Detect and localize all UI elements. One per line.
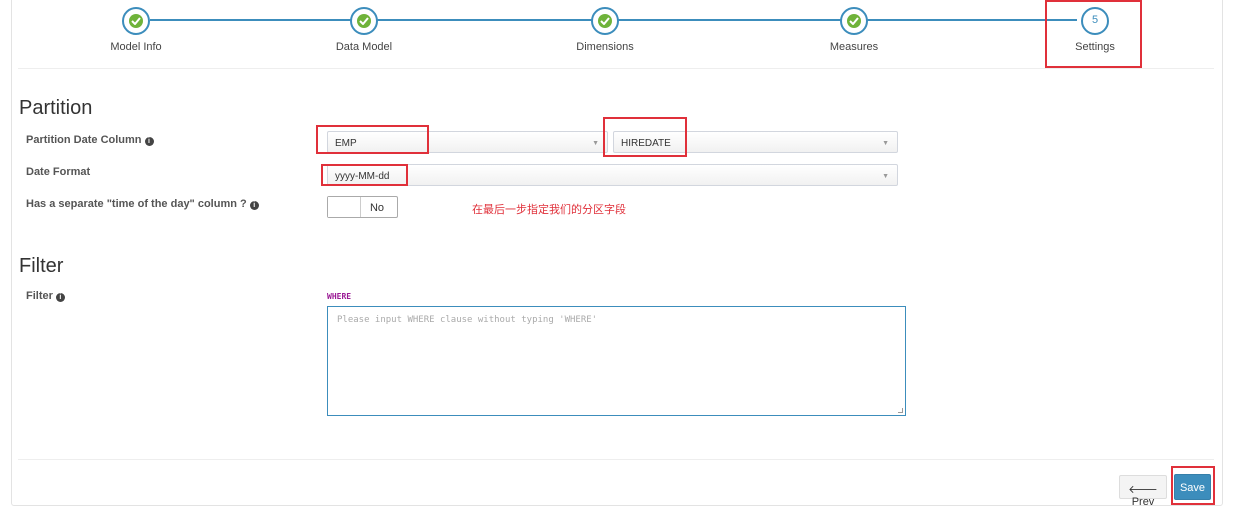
check-icon bbox=[129, 14, 143, 28]
wizard-step-data-model[interactable]: Data Model bbox=[304, 7, 424, 53]
date-format-select[interactable]: yyyy-MM-dd ▼ bbox=[327, 164, 898, 186]
wizard-step-measures[interactable]: Measures bbox=[794, 7, 914, 53]
time-column-label: Has a separate "time of the day" column … bbox=[26, 198, 259, 210]
highlight-box bbox=[321, 164, 408, 186]
wizard-step-dimensions[interactable]: Dimensions bbox=[545, 7, 665, 53]
resize-handle[interactable] bbox=[898, 408, 903, 413]
highlight-box bbox=[1045, 0, 1142, 68]
toggle-value: No bbox=[369, 202, 384, 214]
highlight-box bbox=[316, 125, 429, 154]
arrow-left-icon: 🡐 bbox=[1128, 484, 1158, 496]
caret-down-icon: ▼ bbox=[592, 140, 599, 147]
filter-placeholder: Please input WHERE clause without typing… bbox=[337, 315, 598, 325]
caret-down-icon: ▼ bbox=[882, 140, 889, 147]
info-circle-icon[interactable]: i bbox=[144, 137, 154, 146]
wizard-step-label: Model Info bbox=[110, 41, 162, 53]
check-icon bbox=[847, 14, 861, 28]
caret-down-icon: ▼ bbox=[882, 173, 889, 180]
footer-divider bbox=[18, 459, 1214, 460]
info-circle-icon[interactable]: i bbox=[55, 293, 65, 302]
prev-label: Prev bbox=[1131, 496, 1155, 508]
highlight-box bbox=[1171, 466, 1215, 505]
annotation-note: 在最后一步指定我们的分区字段 bbox=[472, 204, 626, 216]
partition-title: Partition bbox=[19, 97, 93, 119]
wizard-step-label: Data Model bbox=[335, 41, 393, 53]
wizard-step-model-info[interactable]: Model Info bbox=[76, 7, 196, 53]
filter-label: Filter i bbox=[26, 290, 65, 302]
info-circle-icon[interactable]: i bbox=[249, 201, 259, 210]
toggle-knob bbox=[328, 197, 361, 217]
check-icon bbox=[357, 14, 371, 28]
wizard-step-label: Dimensions bbox=[576, 41, 634, 53]
where-keyword: WHERE bbox=[327, 292, 352, 301]
check-icon bbox=[598, 14, 612, 28]
prev-button[interactable]: 🡐 Prev bbox=[1119, 475, 1167, 508]
partition-date-column-label: Partition Date Column i bbox=[26, 134, 154, 146]
settings-panel bbox=[11, 0, 1223, 506]
time-column-toggle[interactable]: No bbox=[327, 196, 398, 218]
date-format-label: Date Format bbox=[26, 166, 91, 178]
wizard-divider bbox=[18, 68, 1214, 69]
highlight-box bbox=[603, 117, 687, 157]
filter-textarea[interactable]: Please input WHERE clause without typing… bbox=[327, 306, 906, 416]
wizard-step-label: Measures bbox=[829, 41, 879, 53]
filter-title: Filter bbox=[19, 255, 64, 277]
